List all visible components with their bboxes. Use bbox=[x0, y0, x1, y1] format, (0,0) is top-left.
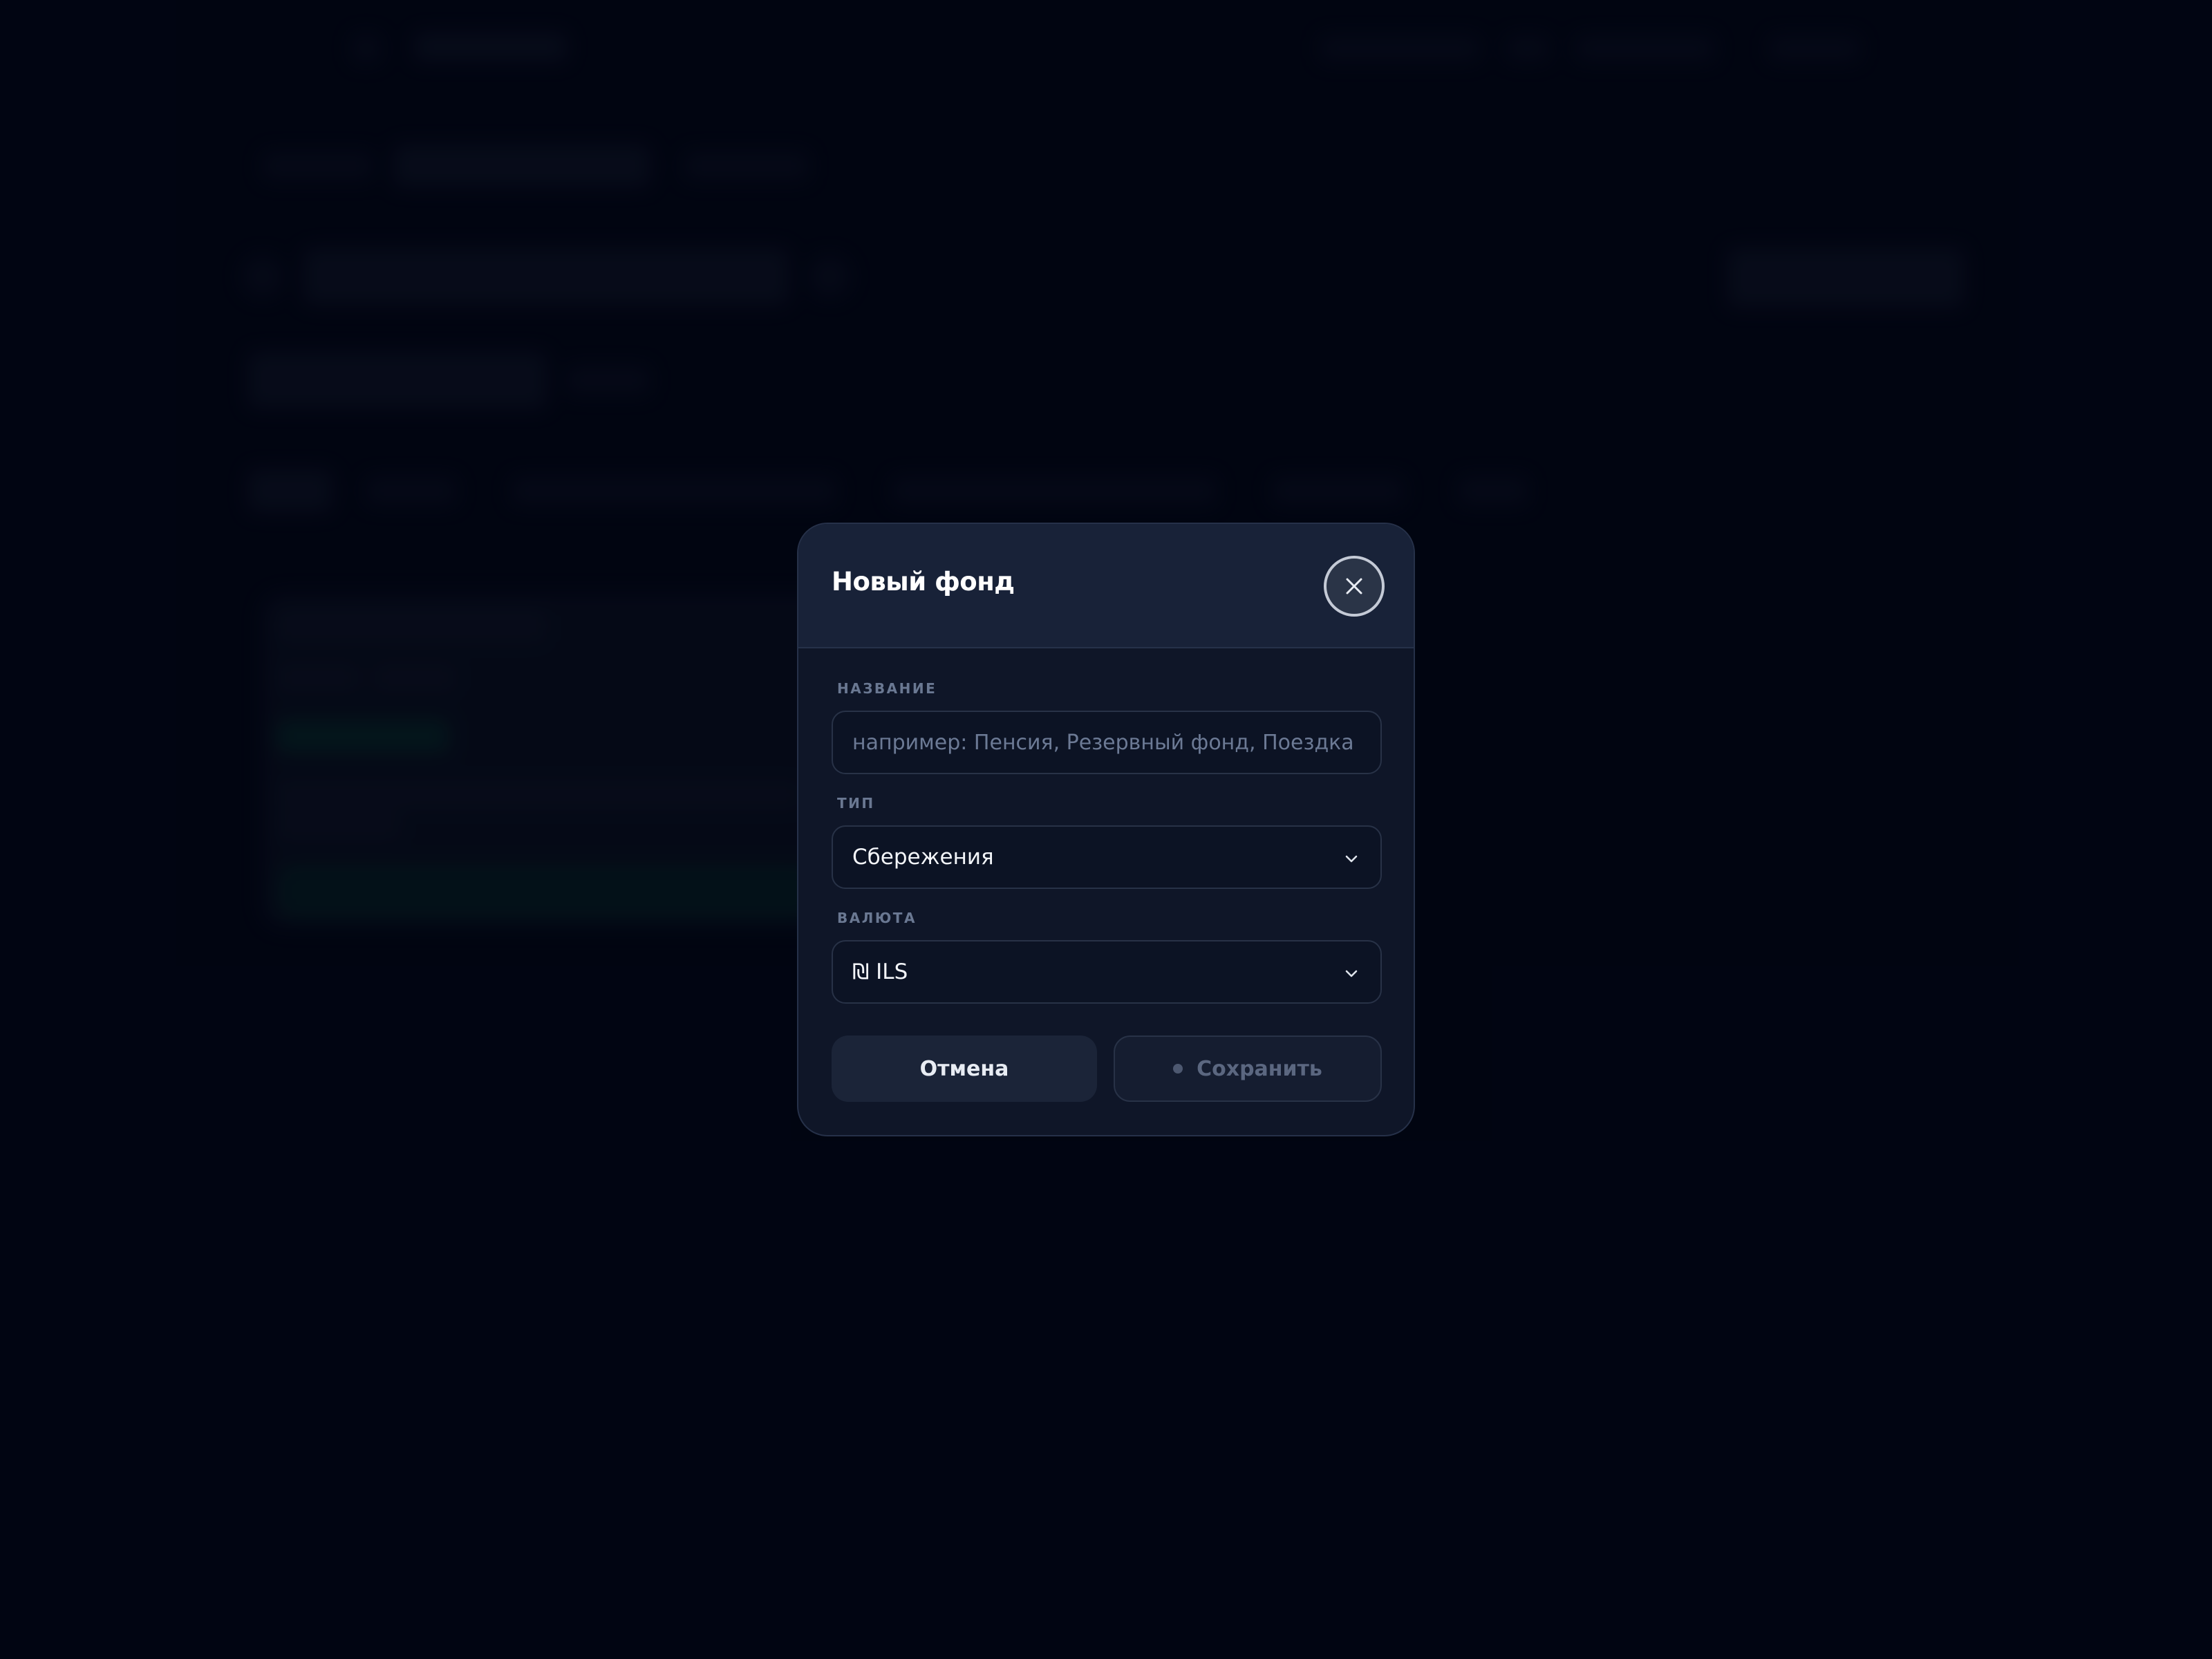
type-select[interactable]: Сбережения bbox=[832, 825, 1382, 889]
currency-select-value: ₪ ILS bbox=[852, 959, 908, 984]
name-field-wrapper bbox=[832, 711, 1382, 774]
close-button[interactable] bbox=[1324, 556, 1385, 617]
dialog-title: Новый фонд bbox=[832, 567, 1015, 597]
currency-label: ВАЛЮТА bbox=[837, 910, 917, 926]
type-label: ТИП bbox=[837, 795, 875, 812]
cancel-button[interactable]: Отмена bbox=[832, 1035, 1097, 1102]
cancel-button-label: Отмена bbox=[919, 1056, 1009, 1081]
type-select-value: Сбережения bbox=[852, 845, 994, 870]
currency-select[interactable]: ₪ ILS bbox=[832, 940, 1382, 1004]
name-label: НАЗВАНИЕ bbox=[837, 680, 937, 697]
save-button-label: Сохранить bbox=[1197, 1056, 1322, 1081]
loading-dot-icon bbox=[1173, 1064, 1183, 1074]
dialog-header: Новый фонд bbox=[798, 524, 1414, 648]
close-icon bbox=[1346, 578, 1362, 594]
chevron-down-icon bbox=[1345, 970, 1358, 977]
chevron-down-icon bbox=[1345, 855, 1358, 863]
new-fund-dialog: Новый фонд НАЗВАНИЕ ТИП Сбережения ВАЛЮТ… bbox=[797, 523, 1415, 1136]
name-input[interactable] bbox=[833, 712, 1380, 773]
save-button[interactable]: Сохранить bbox=[1114, 1035, 1382, 1102]
